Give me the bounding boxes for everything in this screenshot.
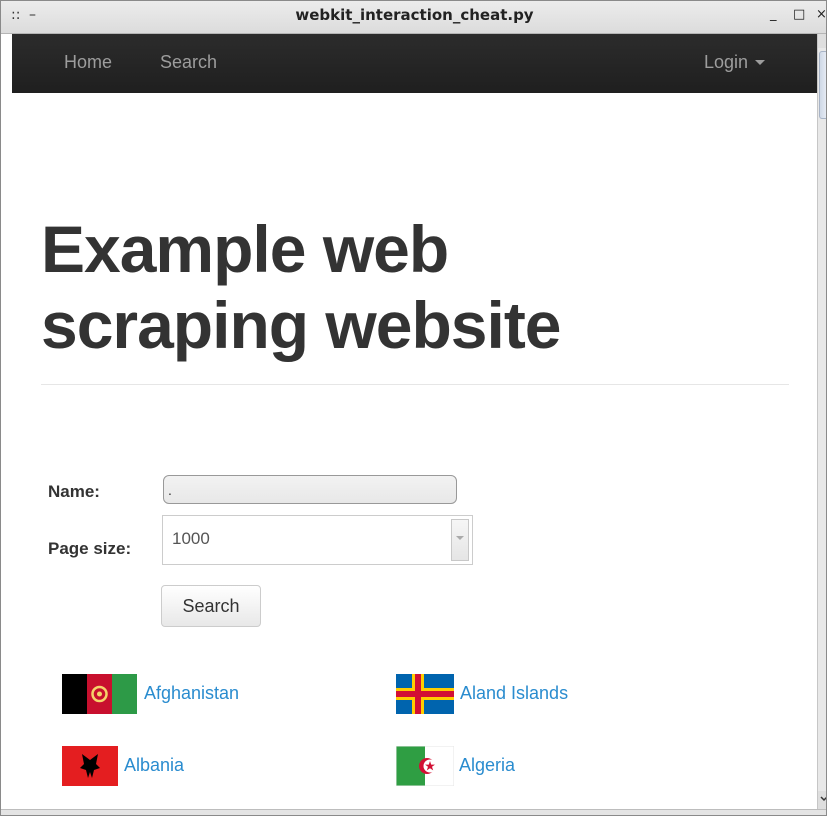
algeria-flag-icon [396,746,454,786]
select-arrow-button[interactable] [451,519,469,561]
top-navbar: Home Search Login [12,34,817,93]
country-name: Albania [124,755,185,775]
nav-login-dropdown[interactable]: Login [704,52,766,73]
heading-divider [41,384,789,385]
vertical-scrollbar[interactable] [817,34,826,809]
close-icon[interactable]: × [816,7,826,22]
login-label: Login [704,52,749,72]
country-name: Algeria [459,755,516,775]
page-size-select[interactable]: 1000 [162,515,473,565]
nav-search-link[interactable]: Search [160,52,217,73]
search-button[interactable]: Search [161,585,261,627]
country-name: Afghanistan [144,683,240,703]
name-label: Name: [48,482,100,501]
app-window: :: – webkit_interaction_cheat.py _ □ × H… [0,0,827,816]
albania-flag-icon [62,746,118,786]
aland-islands-flag-icon [396,674,454,714]
status-bar [1,809,826,815]
heading-line-1: Example web [41,212,449,286]
page-size-label: Page size: [48,539,132,558]
window-title: webkit_interaction_cheat.py [295,6,534,24]
page-content: Example web scraping website Name: Page … [12,93,817,809]
maximize-icon[interactable]: □ [793,7,805,22]
page-heading: Example web scraping website [41,211,562,363]
scroll-down-button[interactable] [818,791,826,809]
heading-line-2: scraping website [41,288,562,362]
afghanistan-flag-icon [62,674,137,714]
scrollbar-thumb[interactable] [819,51,826,119]
nav-home-link[interactable]: Home [64,52,112,73]
country-name: Aland Islands [460,683,569,703]
name-input[interactable] [163,475,457,504]
scroll-up-button[interactable] [818,34,826,48]
minimize-icon[interactable]: _ [770,7,777,22]
caret-down-icon [755,60,766,66]
chevron-down-icon [456,536,464,540]
page-size-value: 1000 [172,529,210,548]
title-bar[interactable]: :: – webkit_interaction_cheat.py _ □ × [1,1,826,34]
chevron-down-icon [819,796,826,802]
